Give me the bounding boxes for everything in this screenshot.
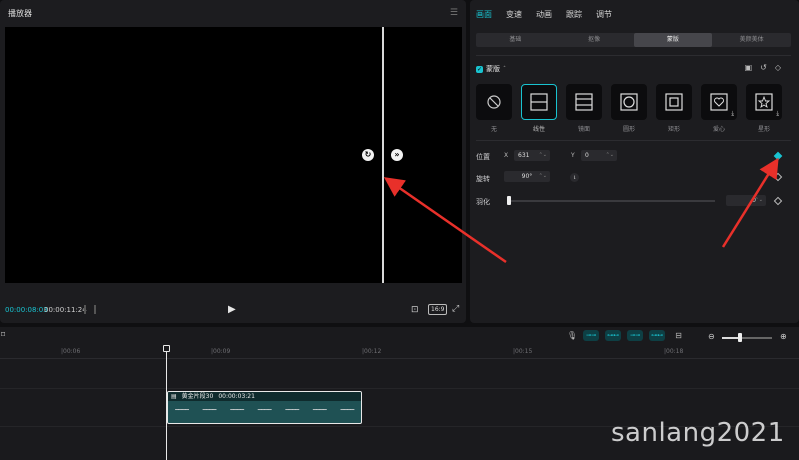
zoom-in-icon[interactable]: ⊕ bbox=[780, 332, 787, 341]
linkage-icon[interactable]: ⊶⊷ bbox=[649, 330, 666, 341]
rotate-label: 旋转 bbox=[476, 175, 490, 183]
video-viewport[interactable]: ↻ » bbox=[5, 27, 462, 283]
total-time: 00:00:11:24 bbox=[44, 306, 87, 314]
player-panel: 播放器 ☰ ↻ » 00:00:08:03 00:00:11:24 ▶ ⊡ 16… bbox=[0, 0, 466, 323]
mask-shapes: 无 线性 镜面 圆形 矩形 ⤓ 爱心 ⤓ 星形 bbox=[476, 84, 782, 133]
tab-adjust[interactable]: 调节 bbox=[596, 9, 612, 20]
shape-circle[interactable]: 圆形 bbox=[611, 84, 647, 133]
mask-label: 蒙版 bbox=[486, 65, 500, 73]
property-tabs: 画面 变速 动画 跟踪 调节 bbox=[476, 9, 612, 20]
shape-none[interactable]: 无 bbox=[476, 84, 512, 133]
play-icon[interactable]: ▶ bbox=[228, 304, 236, 315]
divider bbox=[476, 55, 791, 56]
reset-icon[interactable]: ↺ bbox=[760, 63, 767, 72]
subtab-basic[interactable]: 基础 bbox=[476, 33, 555, 47]
invert-icon[interactable]: ▣ bbox=[745, 63, 753, 72]
mask-header-icons: ▣ ↺ ◇ bbox=[745, 63, 781, 72]
fullscreen-icon[interactable]: ⤢ bbox=[452, 304, 459, 314]
playhead[interactable] bbox=[166, 345, 167, 460]
position-label: 位置 bbox=[476, 153, 490, 161]
clip-thumbnails: ▔▔▔▔ ▔▔▔▔ ▔▔▔▔ ▔▔▔▔ ▔▔▔▔ ▔▔▔▔ ▔▔▔▔ bbox=[175, 410, 354, 416]
rotate-keyframe-icon[interactable] bbox=[773, 172, 783, 182]
zoom-slider-knob[interactable] bbox=[738, 333, 742, 342]
playhead-handle[interactable] bbox=[163, 345, 170, 352]
ruler-tick: |00:12 bbox=[362, 348, 382, 355]
time-ruler[interactable]: |00:06 |00:09 |00:12 |00:15 |00:18 bbox=[0, 345, 799, 359]
ratio-button[interactable]: 16:9 bbox=[428, 304, 448, 315]
preview-axis-icon[interactable]: ⊟ bbox=[675, 331, 682, 340]
watermark: sanlang2021 bbox=[611, 418, 785, 448]
none-icon bbox=[487, 95, 501, 109]
feather-input[interactable]: 0 ⌃⌄ bbox=[726, 195, 766, 206]
keyframe-icon[interactable]: ◇ bbox=[775, 63, 781, 72]
divider bbox=[476, 140, 791, 141]
mask-split-line[interactable] bbox=[382, 27, 384, 283]
menu-icon[interactable]: ☰ bbox=[450, 8, 458, 18]
frame-list-icon[interactable] bbox=[84, 305, 96, 314]
star-icon bbox=[755, 93, 773, 111]
picture-subtabs: 基础 抠像 蒙版 美颜美体 bbox=[476, 33, 791, 47]
current-time: 00:00:08:03 bbox=[5, 306, 48, 314]
ruler-tick: |00:06 bbox=[61, 348, 81, 355]
move-handle-icon[interactable]: » bbox=[391, 149, 403, 161]
feather-label: 羽化 bbox=[476, 198, 490, 206]
subtab-beauty[interactable]: 美颜美体 bbox=[712, 33, 791, 47]
video-clip[interactable]: ▤ 黄金片段30 00:00:03:21 ▔▔▔▔ ▔▔▔▔ ▔▔▔▔ ▔▔▔▔ ▔▔▔… bbox=[167, 391, 362, 424]
mirror-icon bbox=[575, 93, 593, 111]
rotate-handle-icon[interactable]: ↻ bbox=[362, 149, 374, 161]
y-label: Y bbox=[571, 152, 575, 159]
clip-header: ▤ 黄金片段30 00:00:03:21 bbox=[168, 392, 361, 401]
tab-picture[interactable]: 画面 bbox=[476, 9, 492, 20]
linear-icon bbox=[530, 93, 548, 111]
position-keyframe-icon[interactable] bbox=[773, 151, 783, 161]
shape-rectangle[interactable]: 矩形 bbox=[656, 84, 692, 133]
rotate-input[interactable]: 90° ⌃⌄ bbox=[504, 171, 550, 182]
zoom-out-icon[interactable]: ⊖ bbox=[708, 332, 715, 341]
subtab-mask[interactable]: 蒙版 bbox=[633, 33, 713, 47]
ruler-tick: |00:15 bbox=[513, 348, 533, 355]
rotate-dial[interactable]: ι bbox=[570, 173, 579, 182]
player-title: 播放器 bbox=[8, 9, 32, 18]
timeline-toolbar: ⌑ 🎙 ⊸⊸ ⊶⊷ ⊸⊸ ⊶⊷ ⊟ ⊖ ⊕ bbox=[0, 327, 799, 345]
chevron-up-icon[interactable]: ˆ bbox=[503, 66, 506, 73]
properties-panel: 画面 变速 动画 跟踪 调节 基础 抠像 蒙版 美颜美体 ✓ 蒙版 ˆ ▣ ↺ … bbox=[470, 0, 799, 323]
link-main-track-icon[interactable]: ⊸⊸ bbox=[583, 330, 600, 341]
feather-keyframe-icon[interactable] bbox=[773, 196, 783, 206]
shape-heart[interactable]: ⤓ 爱心 bbox=[701, 84, 737, 133]
mask-checkbox[interactable]: ✓ bbox=[476, 65, 483, 73]
feather-slider[interactable] bbox=[510, 200, 715, 202]
mask-header: ✓ 蒙版 ˆ bbox=[476, 64, 506, 74]
shape-linear[interactable]: 线性 bbox=[521, 84, 557, 133]
subtab-cutout[interactable]: 抠像 bbox=[555, 33, 634, 47]
crop-tool-icon[interactable]: ⌑ bbox=[1, 330, 5, 339]
snap-icon[interactable]: ⊸⊸ bbox=[627, 330, 644, 341]
y-input[interactable]: 0 ⌃⌄ bbox=[581, 150, 617, 161]
clip-icon: ▤ bbox=[171, 393, 177, 400]
download-icon: ⤓ bbox=[776, 110, 779, 117]
feather-slider-knob[interactable] bbox=[507, 196, 511, 205]
microphone-icon[interactable]: 🎙 bbox=[567, 331, 577, 340]
track-divider bbox=[0, 388, 799, 389]
clip-duration: 00:00:03:21 bbox=[218, 393, 255, 400]
ruler-tick: |00:09 bbox=[211, 348, 231, 355]
editor-root: 播放器 ☰ ↻ » 00:00:08:03 00:00:11:24 ▶ ⊡ 16… bbox=[0, 0, 799, 460]
rectangle-icon bbox=[665, 93, 683, 111]
tab-speed[interactable]: 变速 bbox=[506, 9, 522, 20]
crop-icon[interactable]: ⊡ bbox=[411, 305, 419, 315]
x-label: X bbox=[504, 152, 509, 159]
circle-icon bbox=[620, 93, 638, 111]
ruler-tick: |00:18 bbox=[664, 348, 684, 355]
download-icon: ⤓ bbox=[731, 110, 734, 117]
heart-icon bbox=[710, 93, 728, 111]
x-input[interactable]: 631 ⌃⌄ bbox=[514, 150, 550, 161]
clip-name: 黄金片段30 bbox=[181, 393, 214, 400]
shape-mirror[interactable]: 镜面 bbox=[566, 84, 602, 133]
tab-animation[interactable]: 动画 bbox=[536, 9, 552, 20]
magnet-icon[interactable]: ⊶⊷ bbox=[605, 330, 622, 341]
timeline-tools: 🎙 ⊸⊸ ⊶⊷ ⊸⊸ ⊶⊷ ⊟ bbox=[567, 330, 682, 341]
tab-tracking[interactable]: 跟踪 bbox=[566, 9, 582, 20]
shape-star[interactable]: ⤓ 星形 bbox=[746, 84, 782, 133]
